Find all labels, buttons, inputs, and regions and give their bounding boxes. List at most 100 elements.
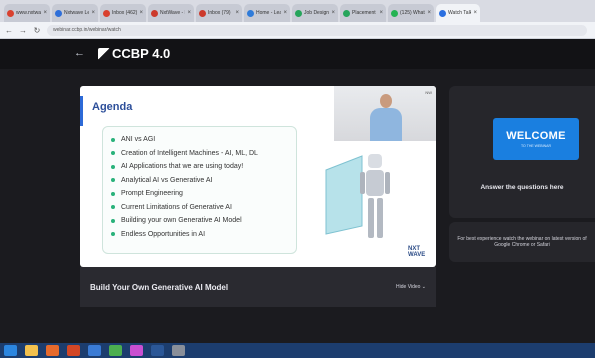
robot-arm-right — [385, 172, 390, 194]
robot-head — [368, 154, 382, 168]
agenda-item: Analytical AI vs Generative AI — [111, 174, 296, 188]
tab-favicon-icon — [343, 9, 350, 17]
browser-tab[interactable]: Placement × — [340, 4, 386, 22]
agenda-item: Current Limitations of Generative AI — [111, 201, 296, 215]
browser-recommendation-note: For best experience watch the webinar on… — [449, 222, 595, 262]
tab-close-icon[interactable]: × — [427, 10, 431, 16]
welcome-subtitle: TO THE WEBINAR — [520, 144, 551, 148]
url-input[interactable]: webinar.ccbp.in/webinar/watch — [47, 24, 587, 36]
browser-tab[interactable]: Nxtwave Learn× — [52, 4, 98, 22]
browser-tab[interactable]: Job Design × — [292, 4, 338, 22]
start-icon[interactable] — [4, 345, 17, 356]
media-icon[interactable] — [130, 345, 143, 356]
robot-illustration — [325, 154, 390, 238]
tab-label: Home - Lear — [256, 10, 282, 16]
answer-questions-prompt[interactable]: Answer the questions here — [449, 184, 595, 191]
tab-close-icon[interactable]: × — [91, 10, 95, 16]
tab-close-icon[interactable]: × — [473, 10, 477, 16]
agenda-item-text: Endless Opportunities in AI — [121, 230, 206, 238]
browser-tab[interactable]: (125) Whatsapp× — [388, 4, 434, 22]
tab-label: NxtWave - Lea — [160, 10, 185, 16]
bullet-icon — [111, 164, 115, 169]
back-nav-icon[interactable]: ← — [5, 26, 13, 35]
robot-torso — [366, 170, 384, 196]
hide-video-button[interactable]: Hide Video ⌄ — [396, 284, 426, 290]
tab-close-icon[interactable]: × — [235, 10, 239, 16]
welcome-panel: WELCOME TO THE WEBINAR Answer the questi… — [449, 86, 595, 218]
agenda-item-text: Current Limitations of Generative AI — [121, 203, 232, 211]
tab-close-icon[interactable]: × — [187, 10, 191, 16]
tab-close-icon[interactable]: × — [139, 10, 143, 16]
bullet-icon — [111, 151, 115, 156]
tab-close-icon[interactable]: × — [379, 10, 383, 16]
agenda-item: Building your own Generative AI Model — [111, 214, 296, 228]
agenda-item-text: Building your own Generative AI Model — [121, 217, 242, 225]
agenda-item: Prompt Engineering — [111, 187, 296, 201]
slide-accent-bar — [80, 96, 83, 126]
app-logo: CCBP 4.0 — [98, 46, 170, 61]
forward-nav-icon[interactable]: → — [19, 26, 27, 35]
logo-text: CCBP 4.0 — [112, 46, 171, 61]
tab-close-icon[interactable]: × — [43, 10, 47, 16]
session-title: Build Your Own Generative AI Model — [90, 282, 229, 292]
logo-mark-icon — [98, 47, 110, 60]
welcome-title: WELCOME — [506, 130, 566, 142]
agenda-item-text: ANI vs AGI — [121, 136, 156, 144]
agenda-item: Endless Opportunities in AI — [111, 228, 296, 242]
slide-title: Agenda — [92, 101, 133, 113]
robot-leg-left — [368, 198, 374, 238]
tab-favicon-icon — [7, 9, 14, 17]
tab-label: Placement — [352, 10, 376, 16]
arrow-left-icon[interactable]: ← — [74, 47, 85, 59]
presentation-slide: Agenda ANI vs AGI Creation of Intelligent… — [80, 86, 436, 267]
browser-tab[interactable]: Watch Talk × — [436, 4, 480, 22]
robot-arm-left — [360, 172, 365, 194]
tab-favicon-icon — [295, 9, 302, 17]
powerpoint-icon[interactable] — [67, 345, 80, 356]
tab-favicon-icon — [391, 9, 398, 17]
browser-address-bar: ← → ↻ webinar.ccbp.in/webinar/watch — [0, 22, 595, 39]
word-icon[interactable] — [151, 345, 164, 356]
tab-favicon-icon — [439, 9, 446, 17]
tab-favicon-icon — [103, 9, 110, 17]
bullet-icon — [111, 232, 115, 237]
session-title-bar: Build Your Own Generative AI Model Hide … — [80, 267, 436, 307]
glass-panel — [325, 155, 363, 235]
bullet-icon — [111, 218, 115, 223]
agenda-item: AI Applications that we are using today! — [111, 160, 296, 174]
tab-favicon-icon — [247, 9, 254, 17]
agenda-item: ANI vs AGI — [111, 133, 296, 147]
app-header: ← CCBP 4.0 — [0, 39, 595, 69]
bullet-icon — [111, 191, 115, 196]
settings-icon[interactable] — [172, 345, 185, 356]
tab-label: Watch Talk — [448, 10, 472, 16]
reload-icon[interactable]: ↻ — [33, 26, 41, 35]
browser-tab[interactable]: Inbox (462) × — [100, 4, 146, 22]
browser-tab[interactable]: Inbox (79) × — [196, 4, 242, 22]
agenda-item-text: Creation of Intelligent Machines - AI, M… — [121, 149, 258, 157]
webcam-badge: NW — [425, 90, 432, 95]
chrome-icon[interactable] — [109, 345, 122, 356]
firefox-icon[interactable] — [46, 345, 59, 356]
tab-favicon-icon — [151, 9, 158, 17]
browser-tab[interactable]: Home - Lear × — [244, 4, 290, 22]
presenter-webcam[interactable]: NW — [334, 86, 436, 141]
bullet-icon — [111, 178, 115, 183]
store-icon[interactable] — [88, 345, 101, 356]
tab-favicon-icon — [55, 9, 62, 17]
agenda-item: Creation of Intelligent Machines - AI, M… — [111, 147, 296, 161]
windows-taskbar — [0, 343, 595, 358]
browser-tab[interactable]: NxtWave - Lea× — [148, 4, 194, 22]
tab-favicon-icon — [199, 9, 206, 17]
tab-label: Inbox (462) — [112, 10, 138, 16]
presenter-head — [380, 94, 392, 108]
tab-close-icon[interactable]: × — [283, 10, 287, 16]
welcome-banner: WELCOME TO THE WEBINAR — [493, 118, 579, 160]
tab-label: Nxtwave Learn — [64, 10, 90, 16]
browser-tab[interactable]: www.nxtwave.tech× — [4, 4, 50, 22]
tab-close-icon[interactable]: × — [331, 10, 335, 16]
agenda-item-text: AI Applications that we are using today! — [121, 163, 244, 171]
tab-label: Inbox (79) — [208, 10, 231, 16]
file-explorer-icon[interactable] — [25, 345, 38, 356]
agenda-item-text: Analytical AI vs Generative AI — [121, 176, 213, 184]
